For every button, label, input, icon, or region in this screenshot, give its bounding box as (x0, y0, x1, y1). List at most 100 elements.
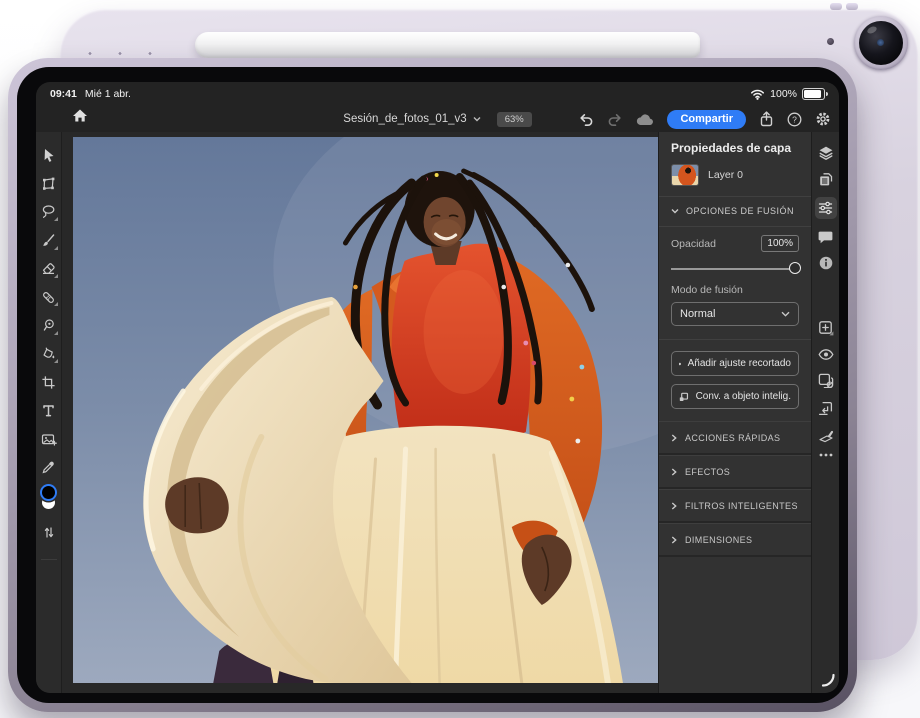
tool-clone-stamp[interactable] (36, 311, 61, 339)
blend-options-header[interactable]: OPCIONES DE FUSIÓN (671, 206, 799, 216)
status-bar: 09:41 Mié 1 abr. 100% (36, 82, 839, 106)
visibility-button[interactable] (818, 349, 834, 360)
volume-button (830, 3, 842, 10)
tool-type[interactable] (36, 397, 61, 425)
blend-mode-label: Modo de fusión (671, 284, 799, 296)
subtool-indicator (54, 331, 58, 335)
chevron-right-icon (671, 536, 677, 544)
info-icon (819, 256, 833, 270)
layer-mask-button[interactable] (818, 373, 834, 388)
divider (659, 196, 811, 197)
tool-brush[interactable] (36, 226, 61, 254)
undo-icon[interactable] (578, 112, 594, 126)
clear-layer-button[interactable] (818, 429, 834, 443)
tool-eraser[interactable] (36, 255, 61, 283)
battery-icon (802, 88, 825, 100)
chevron-right-icon (671, 468, 677, 476)
volume-button (846, 3, 858, 10)
adjustments-button-selected[interactable] (815, 197, 837, 219)
eye-icon (818, 349, 834, 360)
opacity-value[interactable]: 100% (761, 235, 799, 252)
layer-thumbnail[interactable] (671, 164, 699, 186)
camera-lens (859, 21, 903, 65)
slider-track[interactable] (671, 268, 795, 270)
section-smart-filters[interactable]: FILTROS INTELIGENTES (659, 489, 811, 523)
place-photo-icon (41, 432, 57, 447)
settings-icon[interactable] (815, 111, 831, 127)
section-effects[interactable]: EFECTOS (659, 455, 811, 489)
section-label: EFECTOS (685, 467, 730, 477)
clear-layer-icon (818, 429, 834, 443)
tool-transform[interactable] (36, 169, 61, 197)
tool-eyedropper[interactable] (36, 453, 61, 481)
opacity-slider[interactable] (671, 262, 799, 275)
tool-lasso[interactable] (36, 198, 61, 226)
chevron-down-icon (473, 116, 481, 122)
layer-properties-panel: Propiedades de capa Layer 0 OPCIONES DE … (658, 132, 811, 693)
blend-mode-dropdown[interactable]: Normal (671, 302, 799, 326)
slider-handle[interactable] (789, 262, 801, 274)
divider (659, 339, 811, 340)
chevron-down-icon (781, 311, 790, 317)
blend-options-label: OPCIONES DE FUSIÓN (686, 206, 794, 216)
chevron-right-icon (671, 434, 677, 442)
tool-place-photo[interactable] (36, 425, 61, 453)
layer-properties-button[interactable] (818, 172, 834, 187)
export-icon[interactable] (759, 111, 774, 127)
convert-smart-object-label: Conv. a objeto intelig. (696, 391, 791, 402)
crop-icon (41, 375, 56, 390)
section-quick-actions[interactable]: ACCIONES RÁPIDAS (659, 421, 811, 455)
eyedropper-icon (41, 460, 56, 475)
document-photo[interactable] (73, 137, 658, 683)
swap-colors[interactable] (36, 519, 61, 547)
share-button[interactable]: Compartir (667, 110, 746, 129)
redo-icon[interactable] (607, 112, 623, 126)
wifi-icon (750, 88, 765, 100)
ipad-device: 09:41 Mié 1 abr. 100% (8, 58, 857, 712)
add-clipped-adjustment-button[interactable]: Añadir ajuste recortado (671, 351, 799, 376)
task-bar (811, 132, 839, 693)
transform-icon (41, 176, 56, 191)
swap-colors-icon (43, 526, 55, 539)
more-icon (819, 453, 833, 457)
convert-smart-object-button[interactable]: Conv. a objeto intelig. (671, 384, 799, 409)
app-toolbar: Sesión_de_fotos_01_v3 63% (36, 106, 839, 132)
subtool-indicator (54, 359, 58, 363)
layer-row[interactable]: Layer 0 (671, 164, 799, 186)
marketing-scene: 09:41 Mié 1 abr. 100% (0, 0, 920, 718)
layer-name[interactable]: Layer 0 (708, 169, 743, 181)
layers-button[interactable] (818, 145, 834, 160)
toolbar-divider (41, 559, 57, 560)
tool-healing-brush[interactable] (36, 283, 61, 311)
chevron-right-icon (671, 502, 677, 510)
status-time: 09:41 (50, 88, 77, 100)
more-button[interactable] (819, 453, 833, 457)
info-button[interactable] (819, 256, 833, 270)
type-icon (41, 403, 56, 418)
zoom-level-badge[interactable]: 63% (497, 112, 532, 127)
layer-mask-icon (818, 373, 834, 388)
battery-percent: 100% (770, 88, 797, 100)
panel-sections: ACCIONES RÁPIDAS EFECTOS FILTROS INTELIG… (659, 421, 811, 557)
tool-bar (36, 132, 62, 693)
tool-move[interactable] (36, 141, 61, 169)
section-dimensions[interactable]: DIMENSIONES (659, 523, 811, 557)
foreground-color-swatch[interactable] (42, 486, 55, 499)
cloud-sync-icon[interactable] (636, 113, 654, 126)
svg-text:?: ? (792, 114, 797, 124)
help-icon[interactable]: ? (787, 112, 802, 127)
tool-crop[interactable] (36, 368, 61, 396)
status-date: Mié 1 abr. (85, 88, 131, 100)
clip-mask-button[interactable] (818, 401, 833, 416)
apple-pencil (195, 32, 700, 58)
document-title[interactable]: Sesión_de_fotos_01_v3 (343, 113, 466, 125)
rear-camera (854, 16, 908, 70)
comments-button[interactable] (818, 230, 833, 244)
layer-properties-icon (818, 172, 834, 187)
tool-fill[interactable] (36, 340, 61, 368)
color-swatches[interactable] (42, 486, 55, 509)
add-layer-button[interactable] (818, 320, 834, 336)
canvas-area[interactable] (62, 132, 658, 693)
panel-title: Propiedades de capa (671, 141, 799, 155)
add-layer-icon (818, 320, 834, 336)
